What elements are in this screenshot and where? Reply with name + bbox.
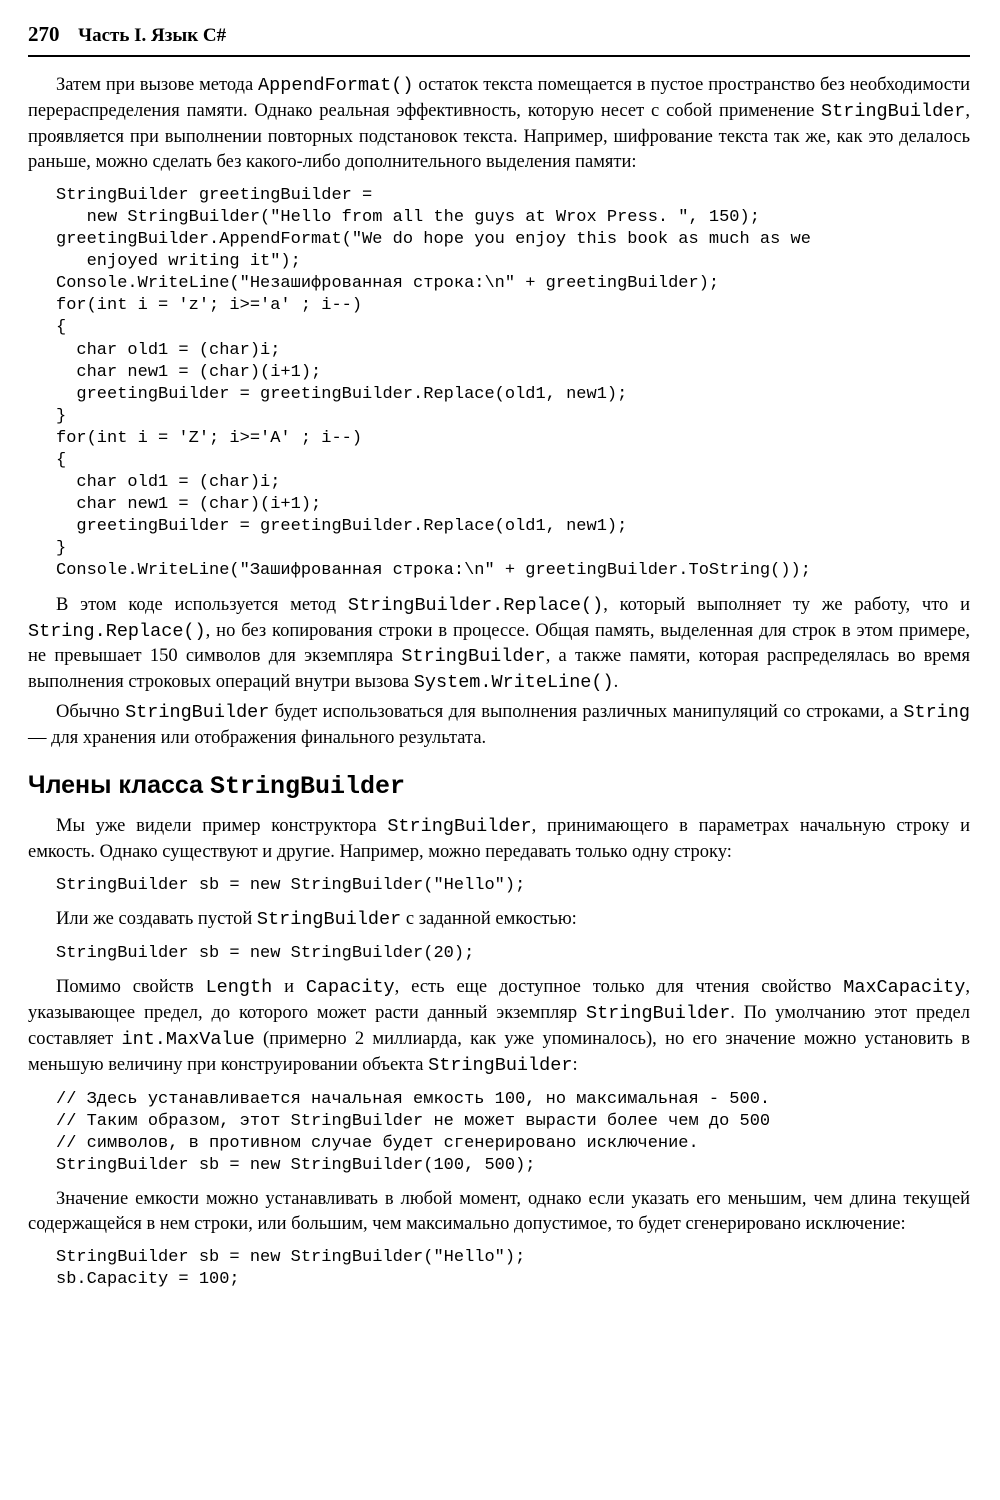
code-listing: StringBuilder greetingBuilder = new Stri… — [56, 185, 970, 583]
section-heading: Члены класса StringBuilder — [28, 769, 970, 804]
inline-code: String — [903, 702, 970, 723]
inline-code: StringBuilder — [125, 702, 269, 723]
inline-code: String.Replace() — [28, 621, 206, 642]
code-listing: StringBuilder sb = new StringBuilder("He… — [56, 1247, 970, 1291]
code-listing: StringBuilder sb = new StringBuilder(20)… — [56, 943, 970, 965]
inline-code: StringBuilder — [586, 1003, 730, 1024]
body-paragraph: Обычно StringBuilder будет использоватьс… — [28, 700, 970, 751]
body-paragraph: Затем при вызове метода AppendFormat() о… — [28, 73, 970, 175]
page-header: 270 Часть I. Язык C# — [28, 20, 970, 57]
inline-code: StringBuilder — [401, 646, 545, 667]
body-paragraph: Значение емкости можно устанавливать в л… — [28, 1187, 970, 1237]
inline-code: StringBuilder — [428, 1055, 572, 1076]
body-paragraph: Мы уже видели пример конструктора String… — [28, 814, 970, 865]
inline-code: MaxCapacity — [843, 977, 965, 998]
inline-code: System.WriteLine() — [414, 672, 614, 693]
inline-code: Capacity — [306, 977, 395, 998]
inline-code: StringBuilder — [821, 101, 965, 122]
page-content: 270 Часть I. Язык C# Затем при вызове ме… — [0, 0, 1000, 1322]
inline-code: Length — [206, 977, 273, 998]
part-title: Часть I. Язык C# — [78, 25, 226, 46]
code-listing: StringBuilder sb = new StringBuilder("He… — [56, 875, 970, 897]
body-paragraph: В этом коде используется метод StringBui… — [28, 593, 970, 697]
body-paragraph: Помимо свойств Length и Capacity, есть е… — [28, 975, 970, 1079]
inline-code: StringBuilder — [210, 772, 405, 801]
inline-code: int.MaxValue — [122, 1029, 255, 1050]
code-listing: // Здесь устанавливается начальная емкос… — [56, 1089, 970, 1177]
inline-code: StringBuilder — [257, 909, 401, 930]
inline-code: AppendFormat() — [258, 75, 413, 96]
page-number: 270 — [28, 20, 60, 48]
inline-code: StringBuilder.Replace() — [348, 595, 603, 616]
body-paragraph: Или же создавать пустой StringBuilder с … — [28, 907, 970, 933]
inline-code: StringBuilder — [387, 816, 531, 837]
